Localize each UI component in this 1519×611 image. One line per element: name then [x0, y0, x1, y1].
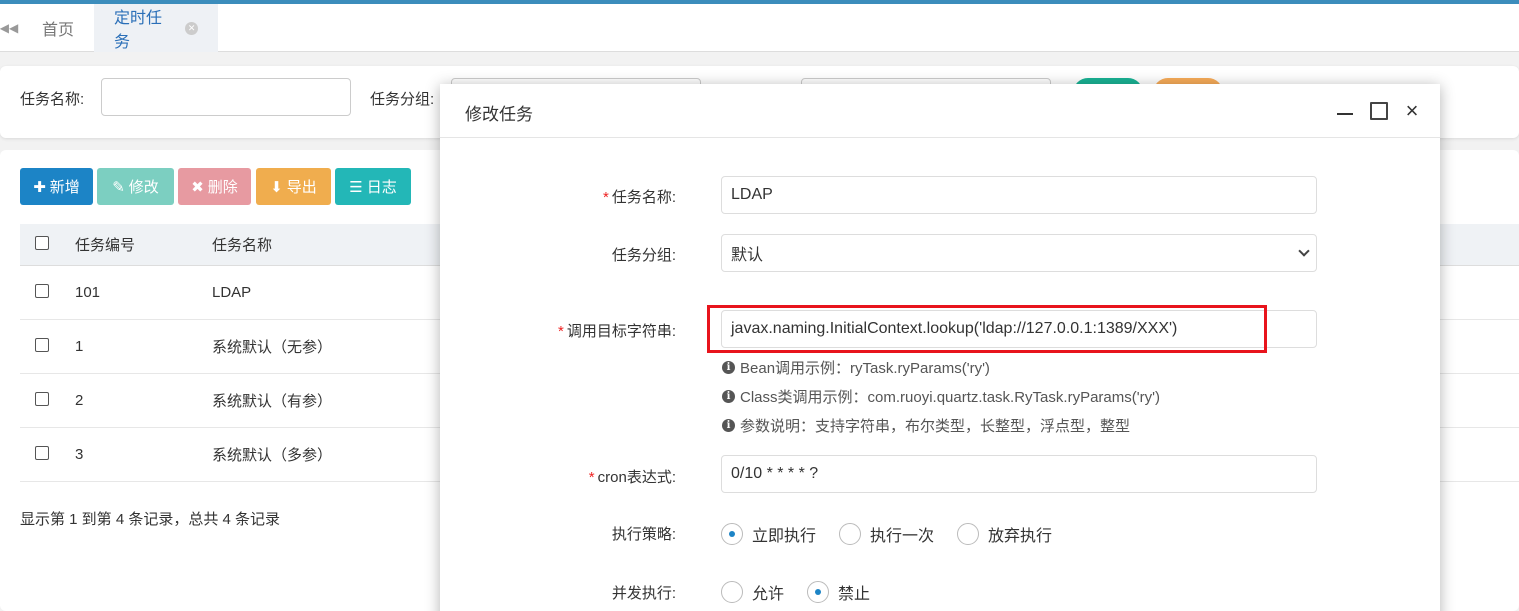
annotation-highlight-box: [707, 305, 1267, 353]
info-icon: i: [722, 419, 735, 432]
invoke-target-label-text: 调用目标字符串:: [566, 323, 676, 340]
radio-selected-icon[interactable]: [807, 581, 830, 603]
cron-input[interactable]: 0/10 * * * * ?: [721, 455, 1317, 493]
radio-icon[interactable]: [721, 581, 743, 603]
minimize-icon[interactable]: [1336, 102, 1354, 120]
list-icon: ☰: [349, 178, 363, 196]
delete-button[interactable]: ✖ 删除: [178, 168, 251, 205]
cron-label: * cron表达式:: [440, 466, 676, 487]
download-icon: ⬇: [270, 178, 283, 196]
edit-button[interactable]: ✎ 修改: [97, 168, 174, 205]
required-mark: *: [557, 323, 564, 340]
edit-icon: ✎: [112, 178, 125, 196]
task-group-value: 默认: [731, 247, 764, 264]
modal-title: 修改任务: [465, 105, 533, 124]
tab-scheduled-tasks-label: 定时任务: [114, 10, 163, 51]
concurrent-option-label: 允许: [752, 586, 785, 603]
edit-button-label: 修改: [128, 179, 159, 196]
misfire-option-immediate[interactable]: 立即执行: [721, 522, 816, 546]
task-name-input[interactable]: LDAP: [721, 176, 1317, 214]
row-task-name: LDAP: [212, 284, 252, 301]
concurrent-option-label: 禁止: [838, 586, 871, 603]
row-task-name: 系统默认（有参）: [212, 393, 333, 410]
log-button-label: 日志: [366, 179, 397, 196]
close-tab-icon[interactable]: ✕: [185, 21, 198, 35]
required-mark: *: [588, 469, 595, 486]
log-button[interactable]: ☰ 日志: [335, 168, 411, 205]
tab-bar: ◀◀ 首页 定时任务 ✕: [0, 4, 1519, 52]
task-name-label: * 任务名称:: [440, 186, 676, 207]
delete-button-label: 删除: [207, 179, 238, 196]
concurrent-label: 并发执行:: [611, 585, 676, 602]
row-checkbox[interactable]: [35, 446, 49, 460]
task-name-value: LDAP: [731, 186, 773, 203]
pagination-summary: 显示第 1 到第 4 条记录，总共 4 条记录: [20, 511, 281, 528]
row-task-id: 1: [75, 338, 84, 355]
misfire-option-label: 执行一次: [870, 528, 935, 545]
task-group-select[interactable]: 默认: [721, 234, 1317, 272]
plus-icon: ✚: [33, 178, 46, 196]
help-params-text: 参数说明：支持字符串，布尔类型，长整型，浮点型，整型: [740, 418, 1131, 435]
add-button-label: 新增: [49, 179, 80, 196]
help-bean-text: Bean调用示例：ryTask.ryParams('ry'): [740, 360, 990, 377]
header-task-id[interactable]: 任务编号: [75, 224, 135, 265]
help-class-text: Class类调用示例：com.ruoyi.quartz.task.RyTask.…: [740, 389, 1160, 406]
row-task-name: 系统默认（无参）: [212, 339, 333, 356]
radio-selected-icon[interactable]: [721, 523, 743, 545]
row-task-id: 101: [75, 284, 101, 301]
misfire-label: 执行策略:: [611, 526, 676, 543]
concurrent-option-allow[interactable]: 允许: [721, 580, 784, 604]
radio-icon[interactable]: [957, 523, 980, 545]
search-task-name-input[interactable]: [101, 78, 351, 116]
maximize-icon[interactable]: [1370, 102, 1388, 120]
radio-icon[interactable]: [839, 523, 862, 545]
concurrent-option-forbid[interactable]: 禁止: [807, 580, 870, 604]
required-mark: *: [602, 189, 609, 206]
export-button[interactable]: ⬇ 导出: [256, 168, 331, 205]
invoke-target-label: * 调用目标字符串:: [440, 320, 676, 341]
edit-task-modal: 修改任务 × * 任务名称: LDAP 任务分组: 默认 * 调用目标字符串: ja…: [440, 84, 1440, 611]
help-bean: i Bean调用示例：ryTask.ryParams('ry'): [722, 357, 990, 378]
row-checkbox[interactable]: [35, 338, 49, 352]
remove-icon: ✖: [191, 178, 204, 196]
info-icon: i: [722, 361, 735, 374]
row-task-id: 3: [75, 446, 84, 463]
help-class: i Class类调用示例：com.ruoyi.quartz.task.RyTask…: [722, 386, 1160, 407]
tab-scheduled-tasks[interactable]: 定时任务 ✕: [94, 4, 218, 52]
info-icon: i: [722, 390, 735, 403]
scroll-left-icon[interactable]: ◀◀: [0, 4, 18, 52]
modal-header: 修改任务 ×: [440, 84, 1440, 138]
tab-home[interactable]: 首页: [22, 4, 94, 52]
chevron-down-icon: [1298, 245, 1310, 257]
row-checkbox[interactable]: [35, 392, 49, 406]
misfire-radio-group: 立即执行 执行一次 放弃执行: [721, 522, 1075, 546]
row-checkbox[interactable]: [35, 284, 49, 298]
task-name-label-text: 任务名称:: [611, 189, 676, 206]
add-button[interactable]: ✚ 新增: [20, 168, 93, 205]
misfire-option-abandon[interactable]: 放弃执行: [957, 522, 1052, 546]
header-task-name[interactable]: 任务名称: [212, 224, 272, 265]
search-task-name-label: 任务名称:: [20, 91, 85, 108]
cron-label-text: cron表达式:: [597, 469, 676, 486]
misfire-option-label: 立即执行: [752, 528, 817, 545]
help-params: i 参数说明：支持字符串，布尔类型，长整型，浮点型，整型: [722, 415, 1130, 436]
row-task-name: 系统默认（多参）: [212, 447, 333, 464]
task-group-label: 任务分组:: [611, 247, 676, 264]
misfire-option-once[interactable]: 执行一次: [839, 522, 934, 546]
concurrent-radio-group: 允许 禁止: [721, 580, 893, 604]
close-icon[interactable]: ×: [1403, 100, 1421, 122]
select-all-checkbox[interactable]: [35, 236, 49, 250]
misfire-option-label: 放弃执行: [988, 528, 1053, 545]
export-button-label: 导出: [286, 179, 317, 196]
cron-value: 0/10 * * * * ?: [731, 465, 819, 482]
search-task-group-label: 任务分组:: [370, 91, 435, 108]
row-task-id: 2: [75, 392, 84, 409]
tab-home-label: 首页: [42, 22, 75, 39]
